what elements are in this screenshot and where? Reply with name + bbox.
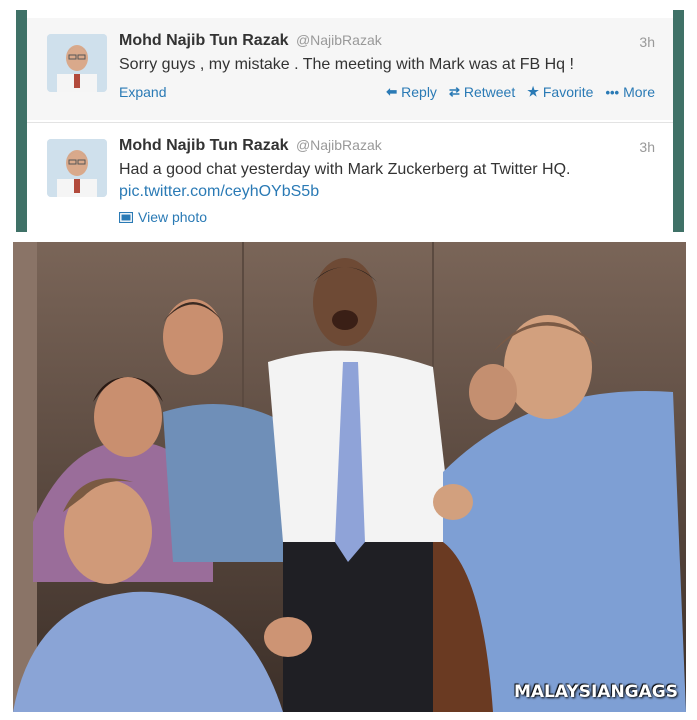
favorite-button[interactable]: ★ Favorite [527,84,593,100]
reply-label: Reply [401,84,437,100]
tweet-timestamp[interactable]: 3h [639,139,655,155]
author-handle[interactable]: @NajibRazak [296,137,382,153]
favorite-star-icon: ★ [527,84,539,99]
more-label: More [623,84,655,100]
avatar[interactable] [47,34,107,92]
view-photo-label: View photo [138,209,208,225]
meme-photo: MALAYSIANGAGS [13,242,686,712]
laughing-group-photo [13,242,686,712]
reply-icon: ⬅ [386,84,398,99]
retweet-button[interactable]: ⇄ Retweet [449,84,515,100]
author-name[interactable]: Mohd Najib Tun Razak [119,32,288,49]
tweet-2[interactable]: Mohd Najib Tun Razak @NajibRazak 3h Had … [27,122,673,225]
retweet-label: Retweet [463,84,516,100]
favorite-label: Favorite [542,84,594,100]
tweet-text: Sorry guys , my mistake . The meeting wi… [119,56,574,73]
avatar[interactable] [47,139,107,197]
author-handle[interactable]: @NajibRazak [296,32,382,48]
tweet-text: Had a good chat yesterday with Mark Zuck… [119,161,571,178]
author-line: Mohd Najib Tun Razak @NajibRazak [119,137,382,155]
tweet-1[interactable]: Mohd Najib Tun Razak @NajibRazak 3h Sorr… [27,18,673,120]
tweet-actions: ⬅ Reply ⇄ Retweet ★ Favorite ••• More [386,84,655,100]
view-photo-button[interactable]: View photo [119,209,207,225]
expand-link[interactable]: Expand [119,84,166,100]
tweet-timestamp[interactable]: 3h [639,34,655,50]
more-button[interactable]: ••• More [605,84,655,100]
photo-link[interactable]: pic.twitter.com/ceyhOYbS5b [119,183,319,201]
more-dots-icon: ••• [605,84,620,100]
author-line: Mohd Najib Tun Razak @NajibRazak [119,32,382,50]
watermark: MALAYSIANGAGS [513,682,678,702]
tweet-stream: Mohd Najib Tun Razak @NajibRazak 3h Sorr… [16,10,684,232]
reply-button[interactable]: ⬅ Reply [386,84,437,100]
author-name[interactable]: Mohd Najib Tun Razak [119,137,288,154]
photo-icon [119,211,133,223]
retweet-icon: ⇄ [448,84,460,99]
